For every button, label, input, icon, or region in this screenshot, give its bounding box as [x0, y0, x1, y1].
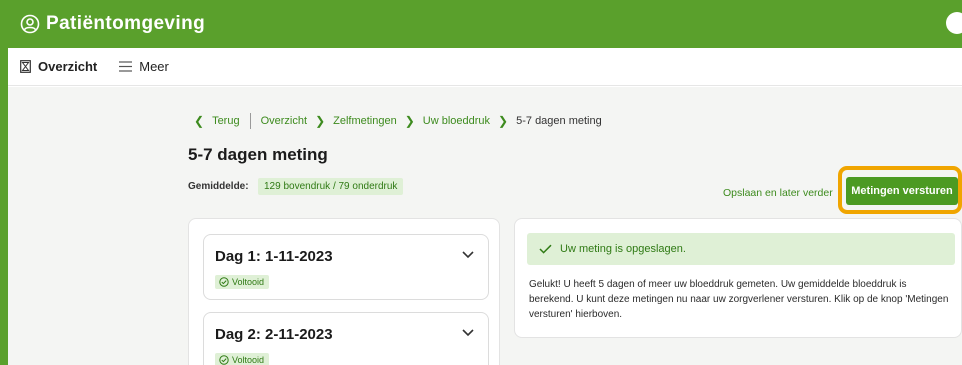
chevron-down-icon[interactable] — [462, 329, 474, 337]
avatar[interactable] — [946, 12, 962, 34]
chevron-right-icon: ❯ — [498, 114, 509, 128]
day-title: Dag 1: 1-11-2023 — [215, 248, 333, 265]
breadcrumb-bloodpressure-link[interactable]: Uw bloeddruk — [423, 115, 490, 127]
check-icon — [539, 244, 552, 254]
chevron-right-icon: ❯ — [404, 114, 415, 128]
breadcrumb: ❮ Terug Overzicht ❯ Zelfmetingen ❯ Uw bl… — [194, 113, 602, 129]
save-later-link[interactable]: Opslaan en later verder — [723, 187, 833, 199]
page-title: 5-7 dagen meting — [188, 145, 328, 164]
chevron-right-icon: ❯ — [315, 114, 326, 128]
info-text: Gelukt! U heeft 5 dagen of meer uw bloed… — [529, 279, 949, 320]
hourglass-icon — [20, 60, 31, 73]
back-link[interactable]: Terug — [212, 115, 240, 127]
nav-item-overview-label: Overzicht — [38, 59, 98, 74]
status-badge: Voltooid — [215, 353, 270, 365]
breadcrumb-divider — [249, 113, 251, 129]
status-badge: Voltooid — [215, 275, 270, 289]
average-label: Gemiddelde: — [188, 181, 249, 192]
app-title: Patiëntomgeving — [46, 13, 206, 34]
status-badge-label: Voltooid — [232, 277, 265, 287]
user-circle-icon — [20, 14, 40, 34]
success-alert: Uw meting is opgeslagen. — [527, 233, 955, 265]
app-header: Patiëntomgeving — [8, 0, 962, 48]
left-frame-border — [0, 0, 8, 365]
nav-item-overview[interactable]: Overzicht — [20, 59, 97, 74]
breadcrumb-selfmeasurements-link[interactable]: Zelfmetingen — [333, 115, 397, 127]
status-badge-label: Voltooid — [232, 355, 265, 365]
day-card[interactable]: Dag 2: 2-11-2023 Voltooid — [203, 312, 489, 365]
main-content: ❮ Terug Overzicht ❯ Zelfmetingen ❯ Uw bl… — [8, 87, 962, 365]
notice-panel: Uw meting is opgeslagen. Gelukt! U heeft… — [514, 218, 962, 338]
hamburger-menu-icon — [119, 61, 133, 72]
breadcrumb-overview-link[interactable]: Overzicht — [261, 115, 307, 127]
submit-measurements-button[interactable]: Metingen versturen — [846, 177, 958, 205]
chevron-down-icon[interactable] — [462, 251, 474, 259]
breadcrumb-current: 5-7 dagen meting — [516, 115, 602, 127]
nav-item-more[interactable]: Meer — [119, 59, 169, 74]
day-title: Dag 2: 2-11-2023 — [215, 326, 333, 343]
check-circle-icon — [219, 355, 229, 365]
success-alert-text: Uw meting is opgeslagen. — [560, 243, 686, 255]
chevron-left-icon: ❮ — [194, 114, 205, 128]
average-badge: 129 bovendruk / 79 onderdruk — [258, 178, 404, 195]
check-circle-icon — [219, 277, 229, 287]
sub-navigation: Overzicht Meer — [8, 48, 962, 86]
nav-item-more-label: Meer — [139, 59, 169, 74]
day-card[interactable]: Dag 1: 1-11-2023 Voltooid — [203, 234, 489, 300]
